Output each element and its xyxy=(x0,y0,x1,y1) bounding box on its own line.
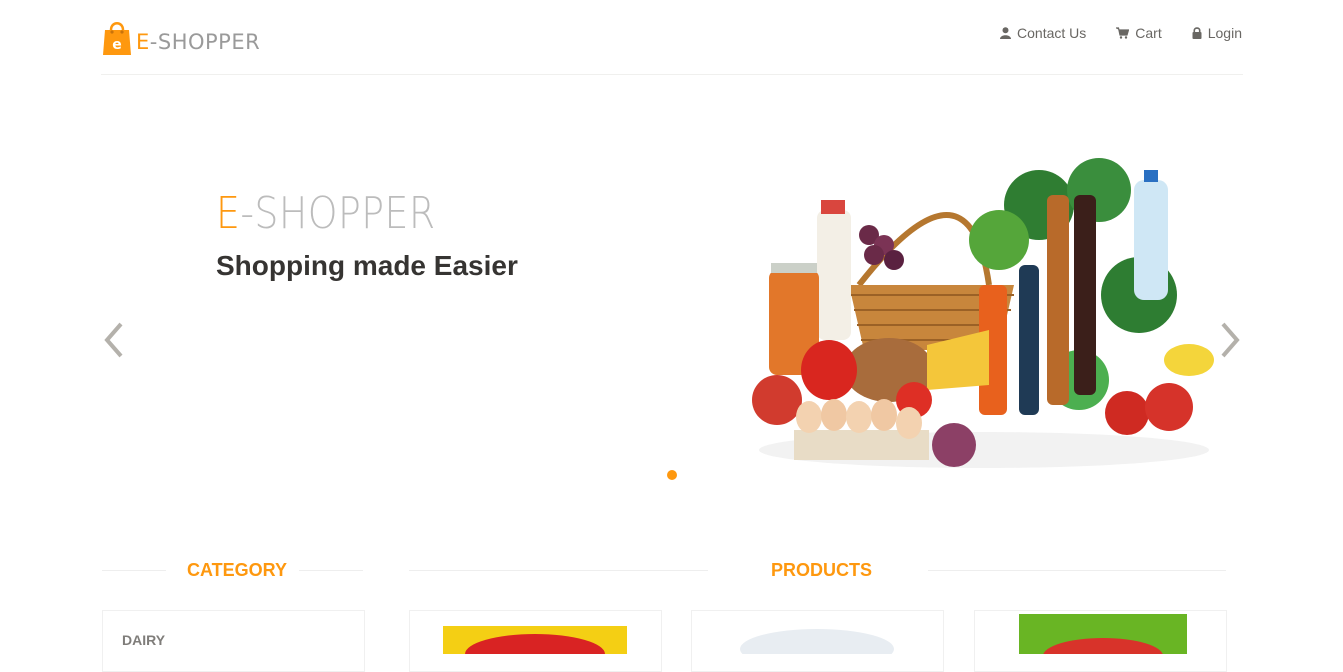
hero-title-prefix: E xyxy=(216,188,241,239)
products-title-line-right xyxy=(928,570,1226,571)
nav-login-label: Login xyxy=(1207,25,1242,41)
green-chips-bag-image xyxy=(1019,614,1187,654)
nav-cart[interactable]: Cart xyxy=(1116,25,1162,41)
top-navigation: Contact Us Cart Login xyxy=(1000,25,1242,41)
logo-text-prefix: E xyxy=(136,30,150,54)
slider-indicator-dot[interactable] xyxy=(667,470,677,480)
hero-title-rest: -SHOPPER xyxy=(240,188,436,239)
lock-icon xyxy=(1192,27,1202,39)
logo-bag-letter: e xyxy=(112,37,122,53)
site-logo[interactable]: e E-SHOPPER xyxy=(102,16,260,56)
category-title-line-left xyxy=(102,570,166,571)
nav-login[interactable]: Login xyxy=(1192,25,1242,41)
slider-next-button[interactable] xyxy=(1215,320,1243,360)
slider-prev-button[interactable] xyxy=(101,320,129,360)
hero-slider: E-SHOPPER Shopping made Easier xyxy=(101,100,1243,500)
nav-cart-label: Cart xyxy=(1135,25,1162,41)
category-item-dairy[interactable]: DAIRY xyxy=(122,632,165,648)
product-card[interactable] xyxy=(409,610,662,672)
header-divider xyxy=(101,74,1243,75)
shopping-bag-logo-icon: e xyxy=(102,18,132,56)
user-icon xyxy=(1000,27,1012,39)
chevron-left-icon xyxy=(104,322,123,358)
product-card[interactable] xyxy=(691,610,944,672)
category-title: CATEGORY xyxy=(187,560,288,580)
grocery-basket-image xyxy=(752,158,1214,468)
products-title: PRODUCTS xyxy=(771,560,873,580)
category-title-line-right xyxy=(299,570,363,571)
nav-contact-us-label: Contact Us xyxy=(1017,25,1087,41)
yellow-snack-pack-image xyxy=(443,626,627,654)
hero-subtitle: Shopping made Easier xyxy=(216,250,518,281)
product-card[interactable] xyxy=(974,610,1227,672)
chevron-right-icon xyxy=(1221,322,1240,358)
shopping-cart-icon xyxy=(1116,27,1130,39)
products-title-line-left xyxy=(409,570,708,571)
hero-title: E-SHOPPER xyxy=(216,188,436,239)
nav-contact-us[interactable]: Contact Us xyxy=(1000,25,1086,41)
white-tub-image xyxy=(740,629,894,654)
logo-text-rest: -SHOPPER xyxy=(149,30,261,54)
logo-text: E-SHOPPER xyxy=(136,29,260,56)
